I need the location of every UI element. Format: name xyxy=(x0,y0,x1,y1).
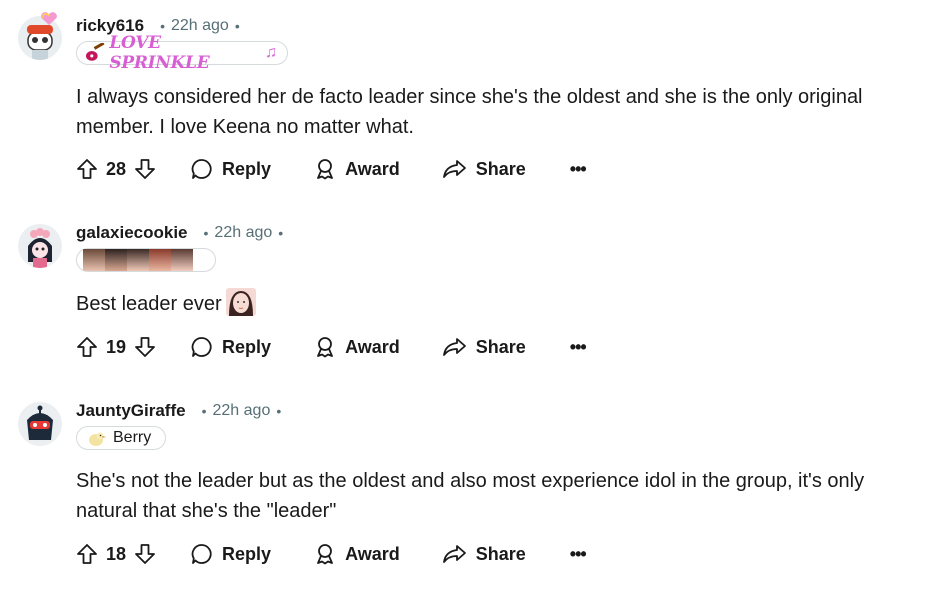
user-flair xyxy=(76,248,216,272)
comment-header: JauntyGiraffe • 22h ago • xyxy=(76,401,282,421)
share-icon xyxy=(442,545,466,563)
vote-count: 18 xyxy=(106,543,127,564)
reply-bubble-icon xyxy=(191,159,212,179)
member-face-emoji-icon xyxy=(225,288,256,316)
upvote-icon[interactable] xyxy=(76,543,98,565)
guitar-icon xyxy=(85,43,105,61)
share-button[interactable]: Share xyxy=(442,335,526,359)
comment-actions: 18 Reply Award Share ••• xyxy=(76,538,587,570)
more-options-icon[interactable]: ••• xyxy=(570,544,587,565)
comment-body: Best leader ever xyxy=(76,288,916,319)
reply-button[interactable]: Reply xyxy=(190,335,271,359)
vote-count: 19 xyxy=(106,336,127,357)
member-photo xyxy=(105,249,127,271)
berry-bird-icon xyxy=(89,432,106,446)
reply-bubble-icon xyxy=(191,337,212,357)
award-icon xyxy=(317,544,333,565)
vote-count: 28 xyxy=(106,158,127,179)
avatar[interactable] xyxy=(18,224,62,268)
downvote-icon[interactable] xyxy=(134,158,156,180)
timestamp[interactable]: 22h ago xyxy=(213,402,271,420)
downvote-icon[interactable] xyxy=(134,336,156,358)
member-photo xyxy=(83,249,105,271)
user-flair: LOVE SPRINKLE ♫ xyxy=(76,33,288,73)
comment-actions: 28 Reply Award Share ••• xyxy=(76,153,587,185)
share-icon xyxy=(442,338,466,356)
award-button[interactable]: Award xyxy=(313,542,400,566)
upvote-icon[interactable] xyxy=(76,336,98,358)
member-photo xyxy=(171,249,193,271)
share-button[interactable]: Share xyxy=(442,157,526,181)
downvote-icon[interactable] xyxy=(134,543,156,565)
timestamp[interactable]: 22h ago xyxy=(214,224,272,242)
share-icon xyxy=(442,160,466,178)
username[interactable]: galaxiecookie xyxy=(76,223,188,243)
more-options-icon[interactable]: ••• xyxy=(570,159,587,180)
reply-button[interactable]: Reply xyxy=(190,157,271,181)
avatar[interactable] xyxy=(18,402,62,446)
share-button[interactable]: Share xyxy=(442,542,526,566)
reply-button[interactable]: Reply xyxy=(190,542,271,566)
flair-image-strip xyxy=(83,249,193,271)
user-flair: Berry xyxy=(76,426,166,450)
rainbow-heart-icon xyxy=(41,12,57,25)
award-icon xyxy=(317,337,333,358)
upvote-icon[interactable] xyxy=(76,158,98,180)
flair-text: Berry xyxy=(113,429,152,446)
comment-body: She's not the leader but as the oldest a… xyxy=(76,470,865,522)
reply-bubble-icon xyxy=(191,544,212,564)
member-photo xyxy=(127,249,149,271)
music-note-icon: ♫ xyxy=(265,44,277,61)
flair-text: LOVE SPRINKLE xyxy=(109,33,210,73)
comment-header: galaxiecookie • 22h ago • xyxy=(76,223,284,243)
more-options-icon[interactable]: ••• xyxy=(570,337,587,358)
award-button[interactable]: Award xyxy=(313,157,400,181)
username[interactable]: JauntyGiraffe xyxy=(76,401,186,421)
avatar-icon xyxy=(18,402,62,446)
award-icon xyxy=(317,159,333,180)
avatar-icon xyxy=(18,224,62,268)
comment-actions: 19 Reply Award Share ••• xyxy=(76,331,587,363)
member-photo xyxy=(149,249,171,271)
award-button[interactable]: Award xyxy=(313,335,400,359)
comment-body: I always considered her de facto leader … xyxy=(76,86,863,138)
